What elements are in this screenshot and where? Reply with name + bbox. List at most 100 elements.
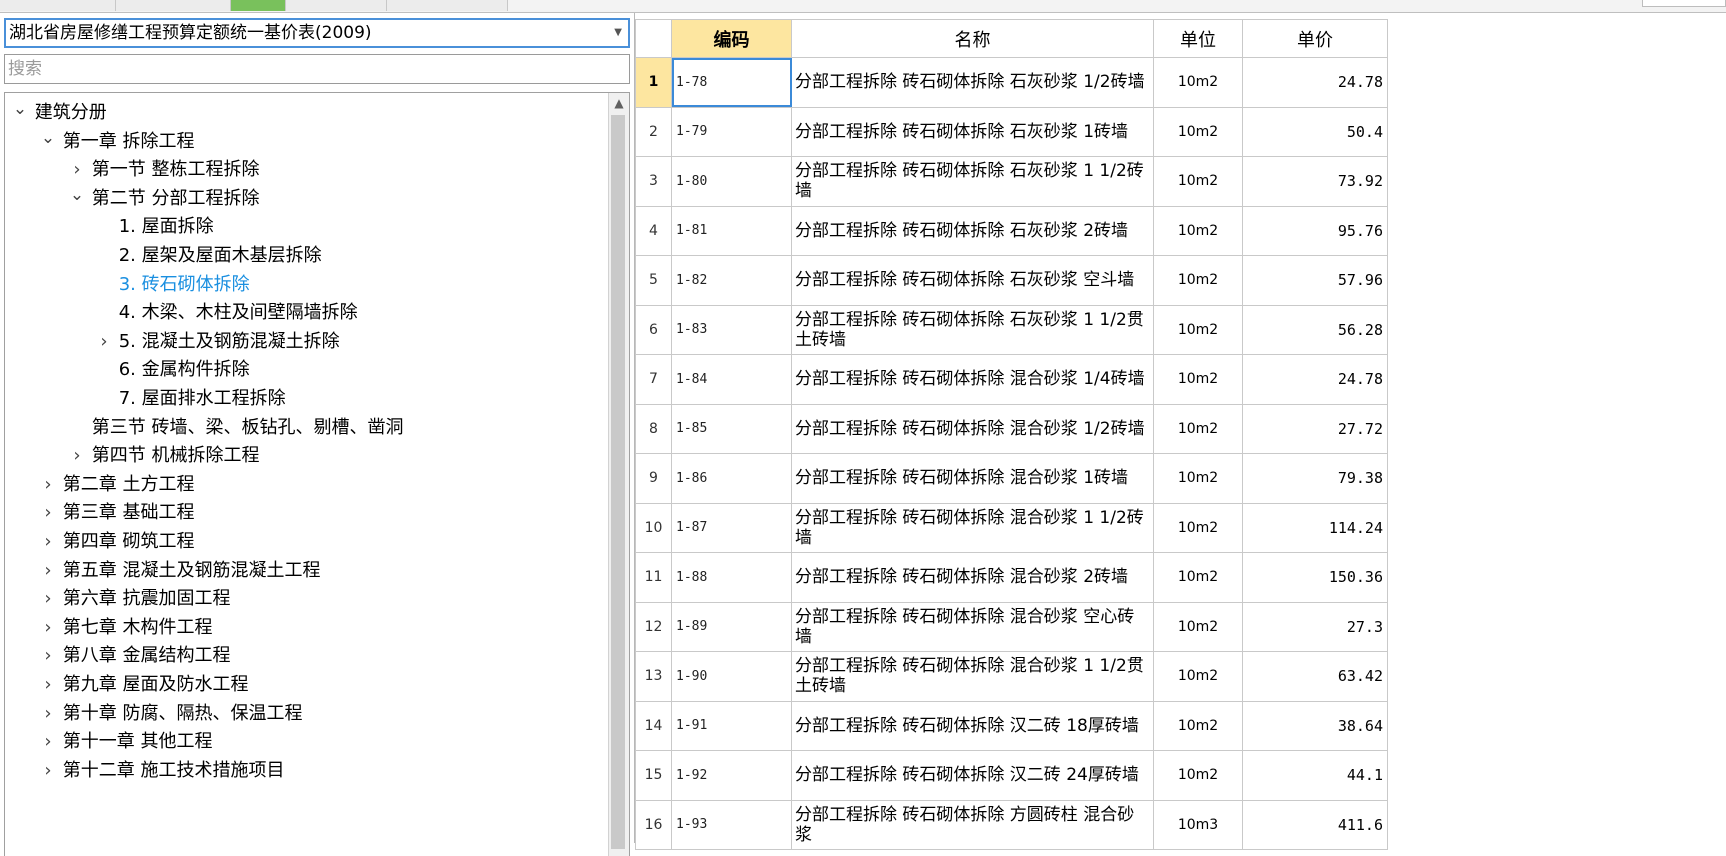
price-cell[interactable]: 150.36 bbox=[1242, 552, 1388, 603]
table-row[interactable]: 2 1-79 分部工程拆除 砖石砌体拆除 石灰砂浆 1砖墙 10m2 50.4 bbox=[635, 106, 1388, 157]
row-number[interactable]: 3 bbox=[635, 156, 672, 207]
search-input[interactable]: 搜索 bbox=[4, 54, 630, 84]
unit-cell[interactable]: 10m2 bbox=[1153, 354, 1243, 405]
name-cell[interactable]: 分部工程拆除 砖石砌体拆除 混合砂浆 2砖墙 bbox=[791, 552, 1154, 603]
name-cell[interactable]: 分部工程拆除 砖石砌体拆除 石灰砂浆 1/2砖墙 bbox=[791, 57, 1154, 108]
row-number[interactable]: 5 bbox=[635, 255, 672, 306]
name-column-header[interactable]: 名称 bbox=[791, 19, 1154, 58]
price-cell[interactable]: 50.4 bbox=[1242, 106, 1388, 157]
tree-item[interactable]: ⌄ 建筑分册 bbox=[11, 97, 107, 129]
row-number[interactable]: 9 bbox=[635, 453, 672, 504]
name-cell[interactable]: 分部工程拆除 砖石砌体拆除 混合砂浆 1 1/2贯土砖墙 bbox=[791, 651, 1154, 702]
table-row[interactable]: 13 1-90 分部工程拆除 砖石砌体拆除 混合砂浆 1 1/2贯土砖墙 10m2 63… bbox=[635, 651, 1388, 702]
chevron-right-icon[interactable]: › bbox=[95, 326, 113, 358]
price-cell[interactable]: 38.64 bbox=[1242, 700, 1388, 751]
code-cell[interactable]: 1-83 bbox=[671, 304, 792, 355]
chevron-down-icon[interactable]: ⌄ bbox=[11, 94, 29, 126]
unit-cell[interactable]: 10m2 bbox=[1153, 700, 1243, 751]
tree-item[interactable]: › 第十章 防腐、隔热、保温工程 bbox=[39, 698, 302, 730]
tree-item[interactable]: › 第十一章 其他工程 bbox=[39, 726, 212, 758]
table-row[interactable]: 15 1-92 分部工程拆除 砖石砌体拆除 汉二砖 24厚砖墙 10m2 44.1 bbox=[635, 750, 1388, 801]
row-number[interactable]: 4 bbox=[635, 205, 672, 256]
table-row[interactable]: 4 1-81 分部工程拆除 砖石砌体拆除 石灰砂浆 2砖墙 10m2 95.76 bbox=[635, 205, 1388, 256]
table-row[interactable]: 10 1-87 分部工程拆除 砖石砌体拆除 混合砂浆 1 1/2砖墙 10m2 114.… bbox=[635, 502, 1388, 553]
tree-item[interactable]: ⌄ 第二节 分部工程拆除 bbox=[68, 183, 260, 215]
unit-cell[interactable]: 10m2 bbox=[1153, 304, 1243, 355]
tab-2[interactable] bbox=[116, 0, 231, 11]
name-cell[interactable]: 分部工程拆除 砖石砌体拆除 混合砂浆 空心砖墙 bbox=[791, 601, 1154, 652]
price-cell[interactable]: 27.72 bbox=[1242, 403, 1388, 454]
tree-scrollbar[interactable]: ▲ bbox=[608, 93, 629, 856]
tree-item[interactable]: 7. 屋面排水工程拆除 bbox=[95, 383, 286, 415]
code-cell[interactable]: 1-93 bbox=[671, 799, 792, 850]
table-row[interactable]: 3 1-80 分部工程拆除 砖石砌体拆除 石灰砂浆 1 1/2砖墙 10m2 73.92 bbox=[635, 156, 1388, 207]
chevron-right-icon[interactable]: › bbox=[39, 583, 57, 615]
code-cell[interactable]: 1-92 bbox=[671, 750, 792, 801]
table-row[interactable]: 1 1-78 分部工程拆除 砖石砌体拆除 石灰砂浆 1/2砖墙 10m2 24.78 bbox=[635, 57, 1388, 108]
price-cell[interactable]: 27.3 bbox=[1242, 601, 1388, 652]
name-cell[interactable]: 分部工程拆除 砖石砌体拆除 石灰砂浆 空斗墙 bbox=[791, 255, 1154, 306]
code-cell[interactable]: 1-84 bbox=[671, 354, 792, 405]
price-cell[interactable]: 44.1 bbox=[1242, 750, 1388, 801]
row-number[interactable]: 11 bbox=[635, 552, 672, 603]
name-cell[interactable]: 分部工程拆除 砖石砌体拆除 混合砂浆 1/4砖墙 bbox=[791, 354, 1154, 405]
unit-cell[interactable]: 10m2 bbox=[1153, 750, 1243, 801]
row-number[interactable]: 8 bbox=[635, 403, 672, 454]
price-cell[interactable]: 73.92 bbox=[1242, 156, 1388, 207]
top-right-box[interactable] bbox=[1642, 0, 1726, 7]
chevron-right-icon[interactable]: › bbox=[39, 612, 57, 644]
code-cell[interactable]: 1-82 bbox=[671, 255, 792, 306]
library-select[interactable]: 湖北省房屋修缮工程预算定额统一基价表(2009) ▼ bbox=[4, 18, 630, 48]
table-row[interactable]: 6 1-83 分部工程拆除 砖石砌体拆除 石灰砂浆 1 1/2贯土砖墙 10m2 56.… bbox=[635, 304, 1388, 355]
table-row[interactable]: 14 1-91 分部工程拆除 砖石砌体拆除 汉二砖 18厚砖墙 10m2 38.64 bbox=[635, 700, 1388, 751]
row-number[interactable]: 2 bbox=[635, 106, 672, 157]
unit-cell[interactable]: 10m2 bbox=[1153, 552, 1243, 603]
tab-active[interactable] bbox=[231, 0, 286, 11]
row-number[interactable]: 16 bbox=[635, 799, 672, 850]
tree-item[interactable]: › 第四章 砌筑工程 bbox=[39, 526, 194, 558]
unit-cell[interactable]: 10m2 bbox=[1153, 255, 1243, 306]
unit-cell[interactable]: 10m2 bbox=[1153, 403, 1243, 454]
chevron-right-icon[interactable]: › bbox=[39, 640, 57, 672]
code-cell[interactable]: 1-89 bbox=[671, 601, 792, 652]
name-cell[interactable]: 分部工程拆除 砖石砌体拆除 汉二砖 18厚砖墙 bbox=[791, 700, 1154, 751]
tree-item[interactable]: › 第七章 木构件工程 bbox=[39, 612, 212, 644]
tree-item[interactable]: › 第九章 屋面及防水工程 bbox=[39, 669, 248, 701]
tree-item[interactable]: › 第一节 整栋工程拆除 bbox=[68, 154, 259, 186]
unit-cell[interactable]: 10m2 bbox=[1153, 453, 1243, 504]
table-row[interactable]: 16 1-93 分部工程拆除 砖石砌体拆除 方圆砖柱 混合砂浆 10m3 411.6 bbox=[635, 799, 1388, 850]
code-cell[interactable]: 1-80 bbox=[671, 156, 792, 207]
unit-cell[interactable]: 10m2 bbox=[1153, 502, 1243, 553]
row-number[interactable]: 13 bbox=[635, 651, 672, 702]
table-row[interactable]: 9 1-86 分部工程拆除 砖石砌体拆除 混合砂浆 1砖墙 10m2 79.38 bbox=[635, 453, 1388, 504]
price-cell[interactable]: 63.42 bbox=[1242, 651, 1388, 702]
tab-1[interactable] bbox=[0, 0, 116, 11]
code-cell[interactable]: 1-90 bbox=[671, 651, 792, 702]
tab-3[interactable] bbox=[286, 0, 387, 11]
unit-cell[interactable]: 10m2 bbox=[1153, 156, 1243, 207]
tree-item[interactable]: › 5. 混凝土及钢筋混凝土拆除 bbox=[95, 326, 339, 358]
chevron-right-icon[interactable]: › bbox=[39, 755, 57, 787]
chevron-right-icon[interactable]: › bbox=[39, 497, 57, 529]
tree-item[interactable]: › 第四节 机械拆除工程 bbox=[68, 440, 259, 472]
row-number[interactable]: 10 bbox=[635, 502, 672, 553]
code-cell[interactable]: 1-78 bbox=[671, 57, 792, 108]
tree-item[interactable]: › 第十二章 施工技术措施项目 bbox=[39, 755, 284, 787]
tree-item[interactable]: 2. 屋架及屋面木基层拆除 bbox=[95, 240, 322, 272]
price-cell[interactable]: 24.78 bbox=[1242, 354, 1388, 405]
name-cell[interactable]: 分部工程拆除 砖石砌体拆除 混合砂浆 1 1/2砖墙 bbox=[791, 502, 1154, 553]
code-cell[interactable]: 1-91 bbox=[671, 700, 792, 751]
scroll-thumb[interactable] bbox=[611, 115, 625, 849]
row-number[interactable]: 1 bbox=[635, 57, 672, 108]
chevron-right-icon[interactable]: › bbox=[39, 555, 57, 587]
name-cell[interactable]: 分部工程拆除 砖石砌体拆除 混合砂浆 1砖墙 bbox=[791, 453, 1154, 504]
table-row[interactable]: 5 1-82 分部工程拆除 砖石砌体拆除 石灰砂浆 空斗墙 10m2 57.96 bbox=[635, 255, 1388, 306]
name-cell[interactable]: 分部工程拆除 砖石砌体拆除 石灰砂浆 1 1/2贯土砖墙 bbox=[791, 304, 1154, 355]
unit-cell[interactable]: 10m2 bbox=[1153, 57, 1243, 108]
tree-item[interactable]: 第三节 砖墙、梁、板钻孔、剔槽、凿洞 bbox=[68, 412, 404, 444]
unit-cell[interactable]: 10m2 bbox=[1153, 601, 1243, 652]
name-cell[interactable]: 分部工程拆除 砖石砌体拆除 混合砂浆 1/2砖墙 bbox=[791, 403, 1154, 454]
code-cell[interactable]: 1-85 bbox=[671, 403, 792, 454]
row-number[interactable]: 12 bbox=[635, 601, 672, 652]
price-cell[interactable]: 411.6 bbox=[1242, 799, 1388, 850]
